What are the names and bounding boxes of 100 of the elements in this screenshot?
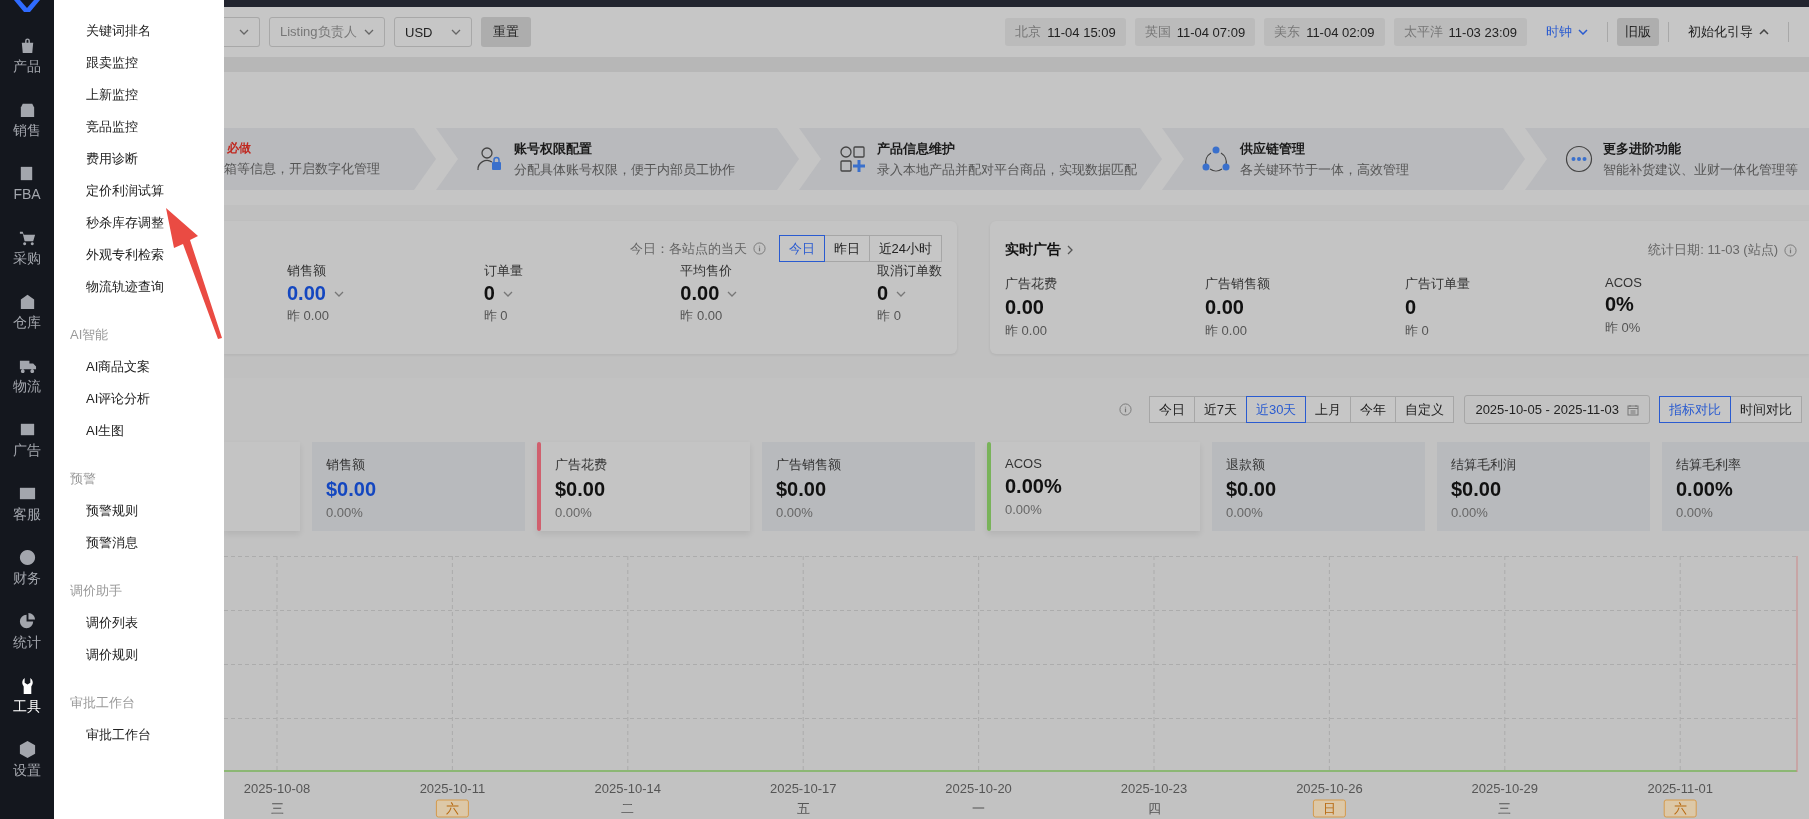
menu-item[interactable]: 预警消息	[54, 532, 224, 564]
kpi-change: 0.00%	[1226, 505, 1264, 520]
card-title[interactable]: 实时广告	[1005, 241, 1061, 259]
metric-previous: 昨 0.00	[1205, 322, 1248, 340]
guide-step[interactable]: 产品信息维护 录入本地产品并配对平台商品，实现数据匹配	[799, 128, 1162, 190]
nav-item[interactable]: FBA	[13, 158, 41, 222]
period-tab[interactable]: 今日	[778, 235, 825, 262]
menu-item[interactable]: 物流轨迹查询	[54, 276, 224, 308]
range-tab[interactable]: 自定义	[1395, 396, 1455, 423]
nav-item[interactable]: 客服	[13, 478, 41, 542]
kpi-value: 0.00%	[1676, 478, 1734, 501]
metric-value: 0.00	[287, 282, 326, 305]
menu-item[interactable]: 跟卖监控	[54, 52, 224, 84]
chevron-icon	[364, 29, 374, 35]
nav-item[interactable]: 广告	[13, 414, 41, 478]
clock-menu[interactable]: 时钟	[1536, 23, 1598, 41]
info-icon	[1118, 403, 1132, 416]
menu-item[interactable]: 调价规则	[54, 644, 224, 676]
metric-previous: 昨 0	[877, 307, 902, 325]
kpi-card[interactable]: 结算毛利润 $0.00 0.00%	[1437, 442, 1650, 531]
kpi-card[interactable]: 广告销售额 $0.00 0.00%	[762, 442, 975, 531]
nav-item[interactable]: 统计	[13, 606, 41, 670]
nav-item[interactable]: 物流	[13, 350, 41, 414]
range-tab[interactable]: 近30天	[1245, 396, 1307, 423]
metric-value: 0	[1405, 296, 1418, 319]
range-tab[interactable]: 近7天	[1193, 396, 1247, 423]
weekday-badge: 六	[1663, 799, 1697, 818]
kpi-card[interactable]: 退款额 $0.00 0.00%	[1212, 442, 1425, 531]
kpi-change: 0.00%	[776, 505, 814, 520]
range-tab[interactable]: 上月	[1305, 396, 1352, 423]
nav-item[interactable]: 仓库	[13, 286, 41, 350]
old-version-button[interactable]: 旧版	[1617, 18, 1659, 46]
menu-item[interactable]: 外观专利检索	[54, 244, 224, 276]
axis-date: 2025-10-17	[769, 781, 837, 796]
kpi-label: 结算毛利率	[1676, 456, 1741, 474]
kpi-card[interactable]: 销售额 $0.00 0.00%	[312, 442, 525, 531]
menu-item[interactable]: 审批工作台	[54, 724, 224, 756]
kpi-label: 销售额	[326, 456, 366, 474]
kpi-value: $0.00	[326, 478, 377, 501]
guide-step[interactable]: 更多进阶功能 智能补货建议、业财一体化管理等	[1525, 128, 1809, 190]
metric-value: 0%	[1605, 293, 1635, 316]
caret-icon[interactable]	[333, 290, 344, 297]
metric-label: 广告花费	[1005, 275, 1058, 293]
guide-step[interactable]: 必做 箱等信息，开启数字化管理	[224, 128, 436, 190]
axis-weekday: 四	[1147, 801, 1161, 816]
menu-item[interactable]: AI商品文案	[54, 356, 224, 388]
nav-item[interactable]: 设置	[13, 734, 41, 798]
guide-toggle[interactable]: 初始化引导	[1678, 23, 1779, 41]
select-field[interactable]	[224, 17, 260, 47]
compare-tab[interactable]: 指标对比	[1659, 396, 1731, 423]
caret-icon[interactable]	[896, 290, 907, 297]
step-description: 智能补货建议、业财一体化管理等	[1603, 160, 1798, 179]
date-range-field[interactable]: 2025-10-05 - 2025-11-03	[1464, 395, 1650, 424]
menu-item[interactable]: 费用诊断	[54, 148, 224, 180]
nav-item[interactable]: 产品	[13, 30, 41, 94]
clock-zone: 美东	[1274, 23, 1301, 41]
compare-tab[interactable]: 时间对比	[1730, 396, 1802, 423]
shapes-plus-icon	[839, 145, 867, 173]
metric-label: 平均售价	[680, 262, 734, 280]
menu-item[interactable]: AI评论分析	[54, 388, 224, 420]
menu-item[interactable]: AI生图	[54, 420, 224, 452]
period-tab[interactable]: 昨日	[823, 235, 870, 262]
step-description: 分配具体账号权限，便于内部员工协作	[514, 160, 735, 179]
nav-label: 仓库	[13, 314, 41, 332]
range-tab[interactable]: 今日	[1148, 396, 1195, 423]
kpi-value: $0.00	[1226, 478, 1277, 501]
axis-date: 2025-11-01	[1647, 781, 1713, 796]
select-field[interactable]: USD	[394, 17, 472, 47]
menu-item[interactable]: 竞品监控	[54, 116, 224, 148]
axis-weekday: 五	[796, 801, 810, 816]
nav-item[interactable]: 工具	[13, 670, 41, 734]
menu-item[interactable]: 预警规则	[54, 500, 224, 532]
range-tab[interactable]: 今年	[1350, 396, 1397, 423]
kpi-card[interactable]: ACOS 0.00% 0.00%	[987, 442, 1200, 531]
kpi-card[interactable]: 广告花费 $0.00 0.00%	[537, 442, 750, 531]
caret-icon[interactable]	[502, 290, 513, 297]
metric-previous: 昨 0.00	[1005, 322, 1048, 340]
guide-step[interactable]: 供应链管理 各关键环节于一体，高效管理	[1162, 128, 1525, 190]
kpi-value: 0.00%	[1005, 475, 1062, 498]
nav-item[interactable]: 财务	[13, 542, 41, 606]
menu-item[interactable]: 秒杀库存调整	[54, 212, 224, 244]
clock-time: 11-04 07:09	[1176, 24, 1246, 40]
metric-label: 销售额	[287, 262, 327, 280]
metric-previous: 昨 0.00	[680, 307, 724, 325]
kpi-change: 0.00%	[1451, 505, 1489, 520]
axis-date: 2025-10-08	[243, 781, 311, 796]
step-description: 箱等信息，开启数字化管理	[224, 160, 380, 178]
kpi-card[interactable]: 结算毛利率 0.00% 0.00%	[1662, 442, 1809, 531]
reset-button[interactable]: 重置	[481, 17, 531, 47]
guide-step[interactable]: 账号权限配置 分配具体账号权限，便于内部员工协作	[436, 128, 799, 190]
nav-item[interactable]: 销售	[13, 94, 41, 158]
period-tab[interactable]: 近24小时	[868, 235, 942, 262]
menu-item[interactable]: 调价列表	[54, 612, 224, 644]
menu-item[interactable]: 关键词排名	[54, 20, 224, 52]
user-lock-icon	[476, 145, 504, 173]
menu-item[interactable]: 上新监控	[54, 84, 224, 116]
menu-item[interactable]: 定价利润试算	[54, 180, 224, 212]
nav-item[interactable]: 采购	[13, 222, 41, 286]
metric-value: 0	[877, 282, 889, 305]
caret-icon[interactable]	[727, 290, 738, 297]
